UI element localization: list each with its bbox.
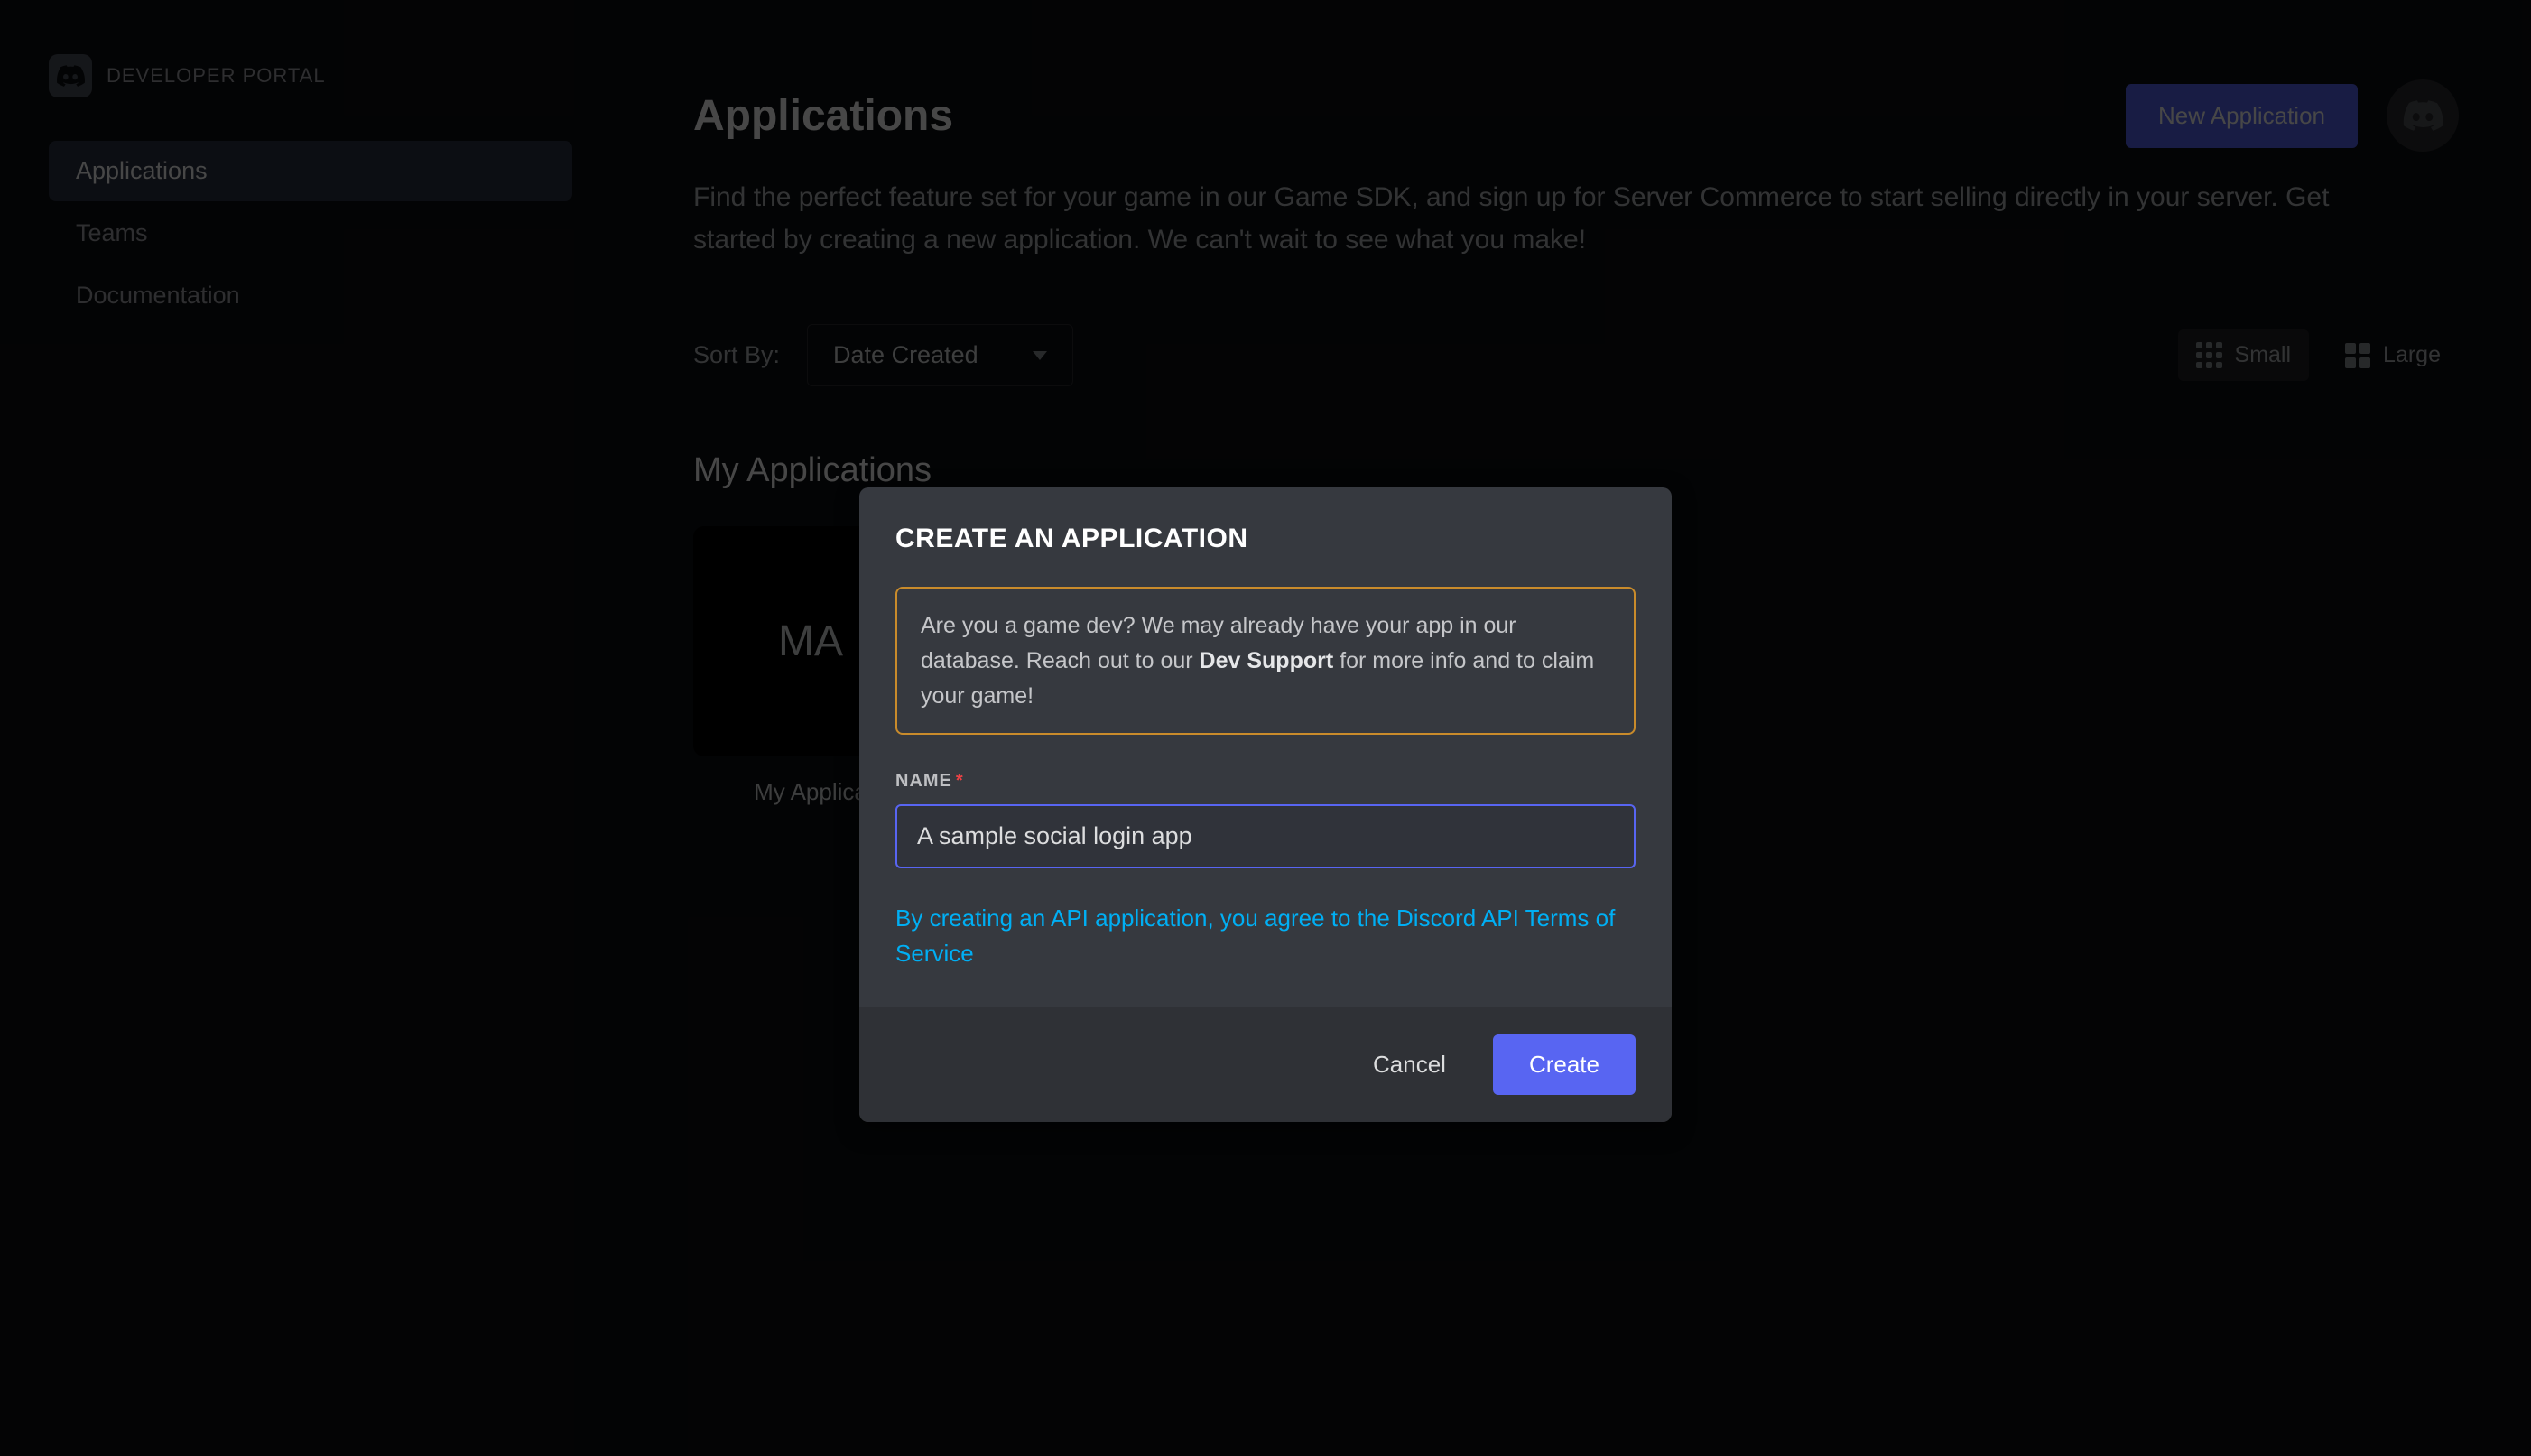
application-name-input[interactable] [895, 804, 1636, 868]
dev-support-link[interactable]: Dev Support [1200, 648, 1334, 673]
name-label-text: NAME [895, 771, 952, 791]
tos-link[interactable]: By creating an API application, you agre… [895, 901, 1636, 971]
create-button[interactable]: Create [1493, 1034, 1636, 1095]
dev-info-box: Are you a game dev? We may already have … [895, 587, 1636, 735]
required-marker: * [956, 771, 964, 791]
modal-title: CREATE AN APPLICATION [895, 524, 1636, 554]
modal-body: CREATE AN APPLICATION Are you a game dev… [859, 487, 1672, 1007]
name-field-label: NAME* [895, 771, 1636, 792]
cancel-button[interactable]: Cancel [1355, 1038, 1464, 1091]
modal-footer: Cancel Create [859, 1007, 1672, 1122]
create-application-modal: CREATE AN APPLICATION Are you a game dev… [859, 487, 1672, 1122]
